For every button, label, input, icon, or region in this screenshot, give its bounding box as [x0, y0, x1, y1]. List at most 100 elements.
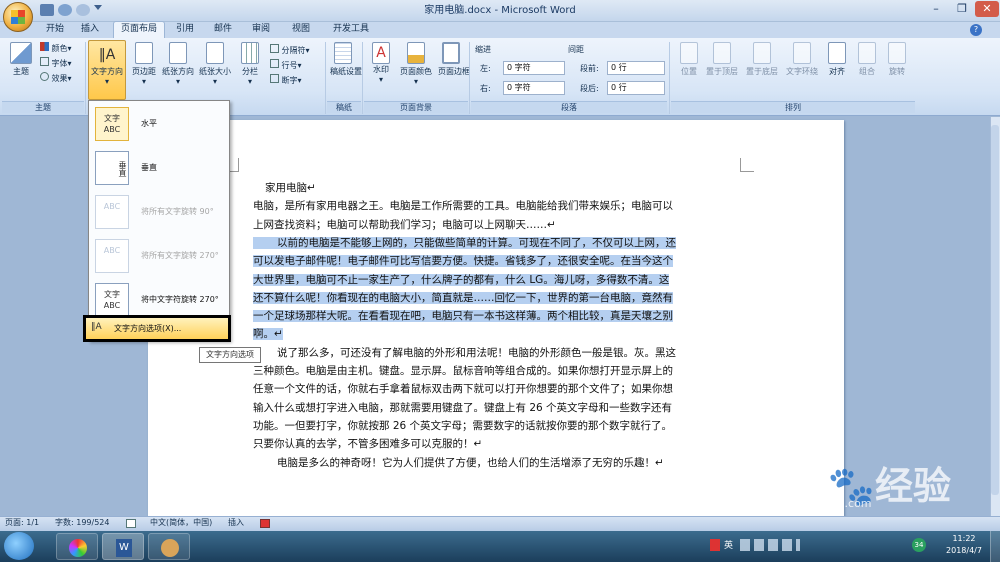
background-group-label: 页面背景 — [364, 101, 468, 113]
scrollbar-thumb[interactable] — [991, 125, 999, 495]
size-button[interactable]: 纸张大小 ▾ — [198, 42, 232, 86]
effects-icon — [40, 72, 49, 81]
rotate-button[interactable]: 旋转 — [886, 42, 908, 77]
menu-item-horizontal[interactable]: 文字 ABC 水平 — [89, 103, 229, 148]
clock-time[interactable]: 11:22 — [942, 534, 986, 543]
macro-record-icon[interactable] — [260, 519, 270, 528]
rotate-90-icon: ABC — [95, 195, 129, 229]
close-button[interactable]: ✕ — [975, 1, 999, 17]
vertical-text-icon: 垂直 — [95, 151, 129, 185]
taskbar-app-word[interactable]: W — [102, 533, 144, 560]
office-button[interactable] — [3, 2, 33, 32]
orientation-button[interactable]: 纸张方向 ▾ — [162, 42, 194, 86]
text-direction-icon: ‖A — [98, 47, 116, 63]
bring-front-button[interactable]: 置于顶层 — [704, 42, 740, 77]
indent-left-input[interactable]: 0 字符 — [503, 61, 565, 75]
indent-right-input[interactable]: 0 字符 — [503, 81, 565, 95]
rotate-270-icon: ABC — [95, 239, 129, 273]
send-back-label: 置于底层 — [746, 67, 778, 76]
language-status[interactable]: 中文(简体，中国) — [150, 516, 212, 531]
show-desktop-button[interactable] — [990, 531, 1000, 562]
tab-review[interactable]: 审阅 — [246, 22, 276, 38]
tab-insert[interactable]: 插入 — [75, 22, 105, 38]
themes-icon — [10, 42, 32, 64]
clock-date[interactable]: 2018/4/7 — [942, 546, 986, 555]
document-line: 三种颜色。电脑是由主机。键盘。显示屏。鼠标音响等组合成的。如果你想打开显示屏上的 — [253, 363, 673, 379]
hyphenation-button[interactable]: 断字▾ — [270, 74, 302, 86]
orientation-icon — [169, 42, 187, 64]
taskbar-app-color[interactable] — [56, 533, 98, 560]
group-button[interactable]: 组合 — [854, 42, 880, 77]
size-icon — [206, 42, 224, 64]
watermark-icon: A — [372, 42, 390, 64]
breaks-button[interactable]: 分隔符▾ — [270, 44, 310, 56]
document-line: 还不算什么呢！你看现在的电脑大小，简直就是……回忆一下，世界的第一台电脑，竟然有 — [253, 290, 673, 306]
watermark-label: 水印 — [373, 65, 389, 74]
fonts-button[interactable]: 字体▾ — [40, 57, 72, 69]
text-wrap-button[interactable]: 文字环绕 — [784, 42, 820, 77]
columns-button[interactable]: 分栏 ▾ — [238, 42, 262, 86]
menu-item-rotate-270[interactable]: ABC 将所有文字旋转 270° — [89, 235, 229, 280]
effects-label: 效果 — [51, 74, 68, 83]
customize-qat-icon[interactable] — [94, 5, 102, 13]
proofing-icon[interactable] — [126, 519, 136, 528]
arrange-group-label: 排列 — [671, 101, 915, 113]
minimize-button[interactable]: – — [924, 1, 948, 17]
margins-button[interactable]: 页边距 ▾ — [130, 42, 158, 86]
text-direction-button[interactable]: ‖A 文字方向 ▾ — [88, 40, 126, 100]
colors-button[interactable]: 颜色▾ — [40, 42, 72, 54]
themes-button[interactable]: 主题 — [6, 42, 36, 77]
tray-badge[interactable]: 34 — [912, 538, 926, 552]
colors-icon — [40, 42, 49, 51]
columns-icon — [241, 42, 259, 64]
tab-mailings[interactable]: 邮件 — [208, 22, 238, 38]
draft-group-label: 稿纸 — [327, 101, 361, 113]
page-color-icon — [407, 42, 425, 64]
tab-view[interactable]: 视图 — [286, 22, 316, 38]
group-separator — [669, 42, 670, 114]
menu-item-rotate-90[interactable]: ABC 将所有文字旋转 90° — [89, 191, 229, 236]
position-icon — [680, 42, 698, 64]
draft-settings-button[interactable]: 稿纸设置 — [330, 42, 362, 77]
page-borders-button[interactable]: 页面边框 — [438, 42, 470, 77]
document-line-text: 只要你认真的去学，不管多困难多可以克服的！↵ — [253, 438, 483, 451]
start-button[interactable] — [4, 532, 34, 560]
insert-mode[interactable]: 插入 — [228, 516, 244, 531]
effects-button[interactable]: 效果▾ — [40, 72, 72, 84]
align-button[interactable]: 对齐 — [826, 42, 848, 77]
tab-home[interactable]: 开始 — [40, 22, 70, 38]
tray-icons[interactable] — [740, 539, 800, 551]
document-line: 电脑，是所有家用电器之王。电脑是工作所需要的工具。电脑能给我们带来娱乐；电脑可以 — [253, 198, 673, 214]
word-count[interactable]: 字数: 199/524 — [55, 516, 109, 531]
redo-icon[interactable] — [76, 4, 90, 16]
page-color-button[interactable]: 页面颜色 ▾ — [398, 42, 434, 86]
text-direction-options-button[interactable]: ‖A 文字方向选项(X)... — [83, 315, 231, 342]
tab-developer[interactable]: 开发工具 — [326, 22, 376, 38]
save-icon[interactable] — [40, 4, 54, 16]
document-line: 说了那么多，可还没有了解电脑的外形和用法呢！电脑的外形颜色一般是银。灰。黑这 — [253, 345, 676, 361]
hyphenation-label: 断字 — [281, 76, 298, 85]
undo-icon[interactable] — [58, 4, 72, 16]
tab-page-layout[interactable]: 页面布局 — [113, 21, 165, 39]
send-back-button[interactable]: 置于底层 — [744, 42, 780, 77]
draft-settings-label: 稿纸设置 — [330, 67, 362, 76]
taskbar-app-paint[interactable] — [148, 533, 190, 560]
menu-item-vertical[interactable]: 垂直 垂直 — [89, 147, 229, 192]
spacing-before-label: 段前: — [580, 64, 599, 73]
page-count[interactable]: 页面: 1/1 — [5, 516, 39, 531]
position-label: 位置 — [681, 67, 697, 76]
spacing-after-input[interactable]: 0 行 — [607, 81, 665, 95]
position-button[interactable]: 位置 — [676, 42, 702, 77]
line-numbers-button[interactable]: 行号▾ — [270, 59, 302, 71]
maximize-button[interactable]: ❐ — [950, 1, 974, 17]
tray-language[interactable]: 英 — [724, 538, 733, 551]
tab-references[interactable]: 引用 — [170, 22, 200, 38]
document-line: 一个足球场那样大呢。在看看现在吧，电脑只有一本书这样薄。两个相比较，真是天壤之别 — [253, 308, 673, 324]
watermark-button[interactable]: A 水印 ▾ — [368, 42, 394, 84]
breaks-icon — [270, 44, 279, 53]
help-icon[interactable]: ? — [970, 24, 982, 36]
document-line-text: 功能。一但要打字，你就按那 26 个英文字母；需要数字的话就按你要的那个数字就行… — [253, 419, 673, 432]
crop-mark — [740, 158, 754, 172]
input-method-icon[interactable] — [710, 539, 720, 551]
spacing-before-input[interactable]: 0 行 — [607, 61, 665, 75]
